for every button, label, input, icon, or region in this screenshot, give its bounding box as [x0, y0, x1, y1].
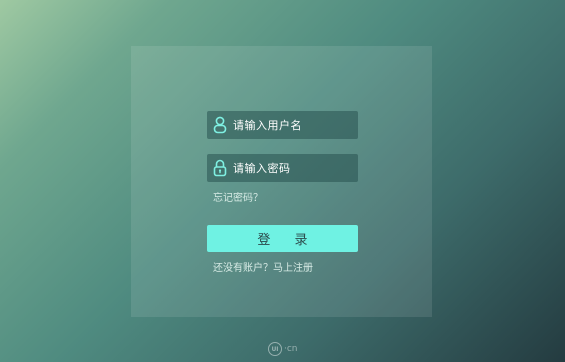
password-placeholder: 请输入密码	[233, 162, 291, 175]
login-button[interactable]: 登 录	[207, 225, 358, 252]
forgot-password-link[interactable]: 忘记密码？	[213, 189, 263, 204]
signup-link[interactable]: 还没有账户？马上注册	[213, 259, 313, 274]
username-field[interactable]: 请输入用户名	[207, 111, 358, 139]
lock-icon	[207, 154, 233, 182]
brand-mark: UI	[268, 342, 282, 356]
brand-suffix: ·cn	[284, 344, 298, 354]
password-field[interactable]: 请输入密码	[207, 154, 358, 182]
brand-logo: UI ·cn	[268, 342, 298, 356]
username-placeholder: 请输入用户名	[233, 119, 302, 132]
user-icon	[207, 111, 233, 139]
